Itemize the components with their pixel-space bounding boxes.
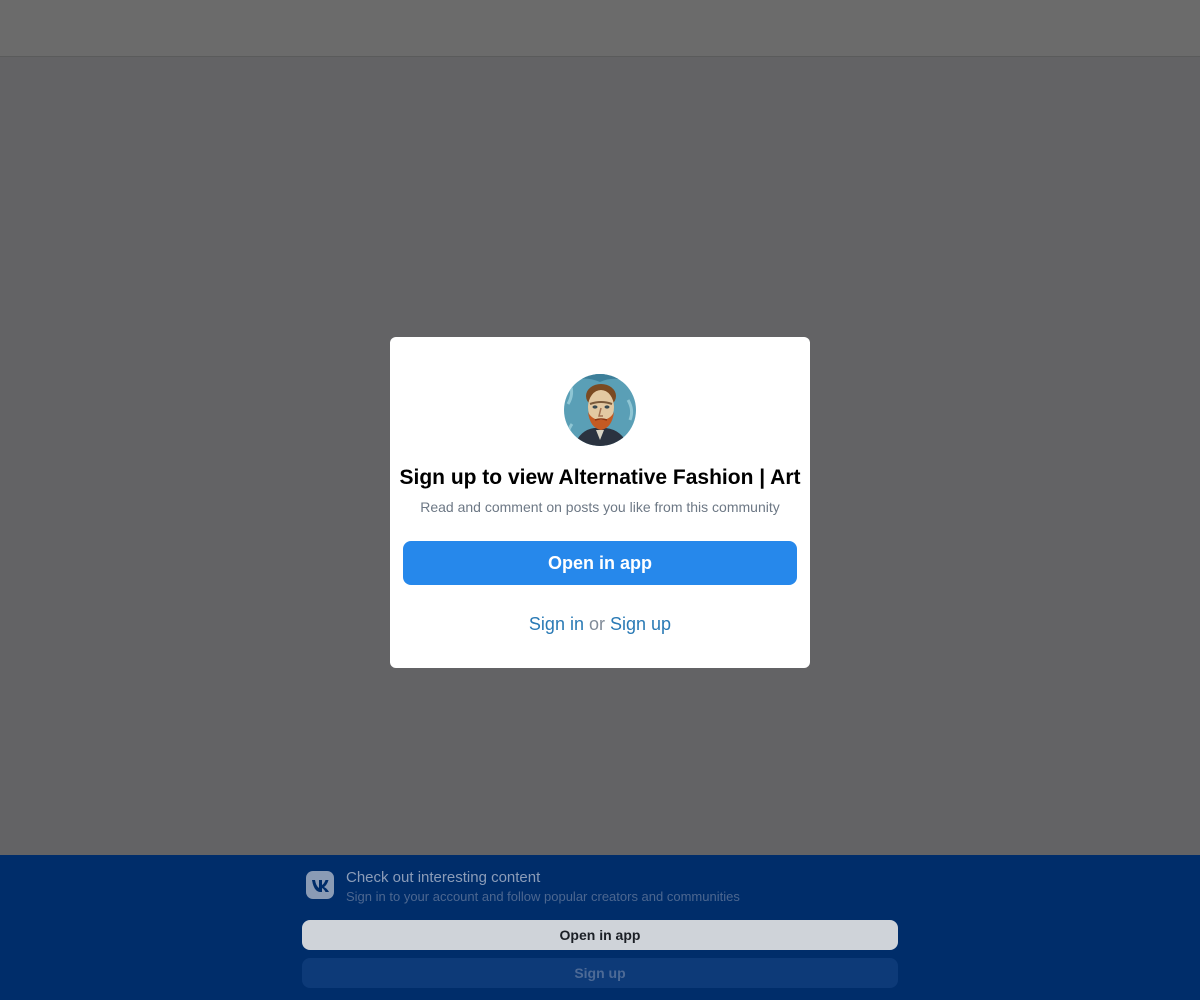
sign-in-link[interactable]: Sign in [529,614,584,634]
promo-banner: Check out interesting content Sign in to… [0,855,1200,1000]
portrait-icon [564,374,636,446]
modal-title: Sign up to view Alternative Fashion | Ar… [399,466,801,489]
banner-title: Check out interesting content [346,869,541,886]
or-separator: or [588,614,605,634]
open-in-app-button[interactable]: Open in app [403,541,797,585]
banner-open-in-app-button[interactable]: Open in app [302,920,898,950]
community-avatar [564,374,636,446]
vk-logo-icon [306,871,334,899]
banner-sign-up-button[interactable]: Sign up [302,958,898,988]
signup-modal: Sign up to view Alternative Fashion | Ar… [390,337,810,668]
sign-up-link[interactable]: Sign up [610,614,671,634]
banner-subtitle: Sign in to your account and follow popul… [346,889,740,904]
modal-subtitle: Read and comment on posts you like from … [420,499,780,515]
auth-links: Sign in or Sign up [390,611,810,637]
